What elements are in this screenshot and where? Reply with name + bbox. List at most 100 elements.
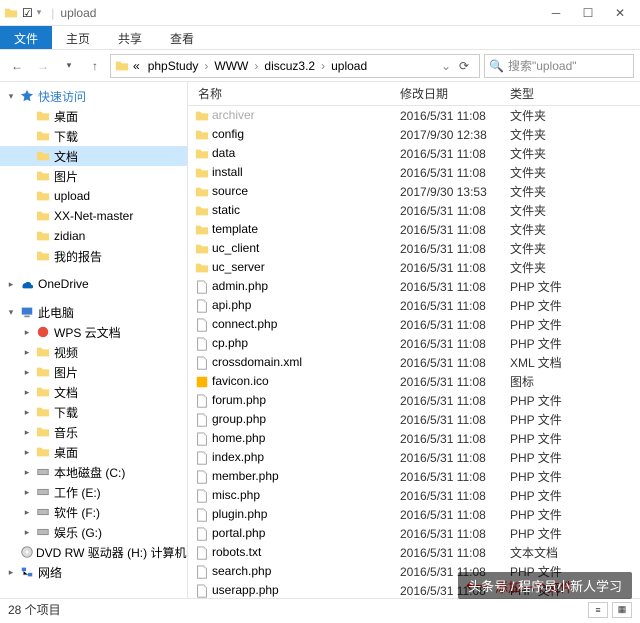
refresh-button[interactable]: ⟳	[453, 55, 475, 77]
close-button[interactable]: ✕	[604, 6, 636, 20]
tree-item[interactable]: ▸WPS 云文档	[0, 322, 187, 342]
qat-checkbox-icon[interactable]: ☑	[22, 6, 33, 20]
tree-item[interactable]: 下载	[0, 126, 187, 146]
tree-item[interactable]: ▸图片	[0, 362, 187, 382]
dropdown-icon[interactable]: ⌄	[439, 59, 453, 73]
file-row[interactable]: connect.php2016/5/31 11:08PHP 文件	[192, 315, 636, 334]
tab-share[interactable]: 共享	[104, 26, 156, 49]
tree-item[interactable]: zidian	[0, 226, 187, 246]
file-list[interactable]: archiver2016/5/31 11:08文件夹config2017/9/3…	[188, 106, 640, 598]
breadcrumb-seg[interactable]: upload	[327, 59, 371, 73]
file-row[interactable]: template2016/5/31 11:08文件夹	[192, 220, 636, 239]
file-row[interactable]: crossdomain.xml2016/5/31 11:08XML 文档	[192, 353, 636, 372]
breadcrumb-seg[interactable]: discuz3.2	[260, 59, 319, 73]
search-input[interactable]: 🔍 搜索"upload"	[484, 54, 634, 78]
breadcrumb-prefix[interactable]: «	[129, 59, 144, 73]
file-row[interactable]: group.php2016/5/31 11:08PHP 文件	[192, 410, 636, 429]
tree-item[interactable]: ▸文档	[0, 382, 187, 402]
file-row[interactable]: index.php2016/5/31 11:08PHP 文件	[192, 448, 636, 467]
file-row[interactable]: static2016/5/31 11:08文件夹	[192, 201, 636, 220]
tree-item[interactable]: XX-Net-master	[0, 206, 187, 226]
tree-item[interactable]: ▾快速访问	[0, 86, 187, 106]
file-row[interactable]: data2016/5/31 11:08文件夹	[192, 144, 636, 163]
file-row[interactable]: uc_client2016/5/31 11:08文件夹	[192, 239, 636, 258]
file-row[interactable]: source2017/9/30 13:53文件夹	[192, 182, 636, 201]
tree-item[interactable]: ▸网络	[0, 562, 187, 582]
thumbnails-view-button[interactable]: ▦	[612, 602, 632, 618]
file-row[interactable]: robots.txt2016/5/31 11:08文本文档	[192, 543, 636, 562]
file-row[interactable]: uc_server2016/5/31 11:08文件夹	[192, 258, 636, 277]
file-row[interactable]: misc.php2016/5/31 11:08PHP 文件	[192, 486, 636, 505]
file-date: 2016/5/31 11:08	[400, 508, 510, 522]
breadcrumb[interactable]: « phpStudy › WWW › discuz3.2 › upload ⌄ …	[110, 54, 480, 78]
breadcrumb-seg[interactable]: phpStudy	[144, 59, 203, 73]
file-row[interactable]: forum.php2016/5/31 11:08PHP 文件	[192, 391, 636, 410]
tree-item[interactable]: ▸视频	[0, 342, 187, 362]
file-row[interactable]: portal.php2016/5/31 11:08PHP 文件	[192, 524, 636, 543]
chevron-right-icon: ›	[319, 59, 327, 73]
tree-item[interactable]: ▸音乐	[0, 422, 187, 442]
forward-button[interactable]: →	[32, 55, 54, 77]
col-type[interactable]: 类型	[510, 85, 636, 102]
chevron-icon[interactable]: ▸	[4, 567, 18, 578]
file-row[interactable]: archiver2016/5/31 11:08文件夹	[192, 106, 636, 125]
file-row[interactable]: cp.php2016/5/31 11:08PHP 文件	[192, 334, 636, 353]
tree-item[interactable]: ▾此电脑	[0, 302, 187, 322]
navigation-tree[interactable]: ▾快速访问桌面下载文档图片uploadXX-Net-masterzidian我的…	[0, 82, 188, 598]
tree-item[interactable]: 我的报告	[0, 246, 187, 266]
file-type: PHP 文件	[510, 278, 636, 295]
file-row[interactable]: admin.php2016/5/31 11:08PHP 文件	[192, 277, 636, 296]
tab-view[interactable]: 查看	[156, 26, 208, 49]
file-row[interactable]: plugin.php2016/5/31 11:08PHP 文件	[192, 505, 636, 524]
tree-item[interactable]: ▸桌面	[0, 442, 187, 462]
file-row[interactable]: install2016/5/31 11:08文件夹	[192, 163, 636, 182]
details-view-button[interactable]: ≡	[588, 602, 608, 618]
tree-item[interactable]: ▸本地磁盘 (C:)	[0, 462, 187, 482]
chevron-icon[interactable]: ▸	[20, 427, 34, 438]
minimize-button[interactable]: ─	[540, 6, 572, 20]
tree-item[interactable]: 桌面	[0, 106, 187, 126]
chevron-icon[interactable]: ▸	[20, 467, 34, 478]
chevron-icon[interactable]: ▸	[20, 367, 34, 378]
tree-item[interactable]: upload	[0, 186, 187, 206]
file-row[interactable]: member.php2016/5/31 11:08PHP 文件	[192, 467, 636, 486]
file-row[interactable]: api.php2016/5/31 11:08PHP 文件	[192, 296, 636, 315]
file-row[interactable]: home.php2016/5/31 11:08PHP 文件	[192, 429, 636, 448]
ribbon: 文件 主页 共享 查看	[0, 26, 640, 50]
recent-dropdown[interactable]: ▾	[58, 55, 80, 77]
col-name[interactable]: 名称	[192, 85, 400, 102]
tree-item[interactable]: ▸软件 (F:)	[0, 502, 187, 522]
chevron-icon[interactable]: ▾	[4, 307, 18, 318]
tree-item[interactable]: ▸工作 (E:)	[0, 482, 187, 502]
tree-item[interactable]: ▸娱乐 (G:)	[0, 522, 187, 542]
tab-home[interactable]: 主页	[52, 26, 104, 49]
tree-item-label: 下载	[52, 404, 78, 421]
chevron-icon[interactable]: ▾	[4, 91, 18, 102]
chevron-icon[interactable]: ▸	[20, 487, 34, 498]
chevron-icon[interactable]: ▸	[20, 507, 34, 518]
back-button[interactable]: ←	[6, 55, 28, 77]
col-date[interactable]: 修改日期	[400, 85, 510, 102]
maximize-button[interactable]: ☐	[572, 6, 604, 20]
file-row[interactable]: favicon.ico2016/5/31 11:08图标	[192, 372, 636, 391]
chevron-icon[interactable]: ▸	[20, 327, 34, 338]
chevron-icon[interactable]: ▸	[20, 387, 34, 398]
tab-file[interactable]: 文件	[0, 26, 52, 49]
chevron-icon[interactable]: ▸	[20, 407, 34, 418]
chevron-icon[interactable]: ▸	[20, 527, 34, 538]
chevron-icon[interactable]: ▸	[20, 347, 34, 358]
tree-item[interactable]: 图片	[0, 166, 187, 186]
tree-item[interactable]: 文档	[0, 146, 187, 166]
titlebar: ☑ ▾ | upload ─ ☐ ✕	[0, 0, 640, 26]
chevron-icon[interactable]: ▸	[20, 447, 34, 458]
qat-dropdown-icon[interactable]: ▾	[37, 7, 42, 18]
up-button[interactable]: ↑	[84, 55, 106, 77]
chevron-icon[interactable]: ▸	[4, 279, 18, 290]
file-name: index.php	[212, 450, 264, 464]
tree-item[interactable]: ▸OneDrive	[0, 274, 187, 294]
file-row[interactable]: config2017/9/30 12:38文件夹	[192, 125, 636, 144]
tree-item[interactable]: ▸ 下载	[0, 402, 187, 422]
column-headers[interactable]: 名称 修改日期 类型	[188, 82, 640, 106]
breadcrumb-seg[interactable]: WWW	[210, 59, 252, 73]
tree-item[interactable]: DVD RW 驱动器 (H:) 计算机组	[0, 542, 187, 562]
